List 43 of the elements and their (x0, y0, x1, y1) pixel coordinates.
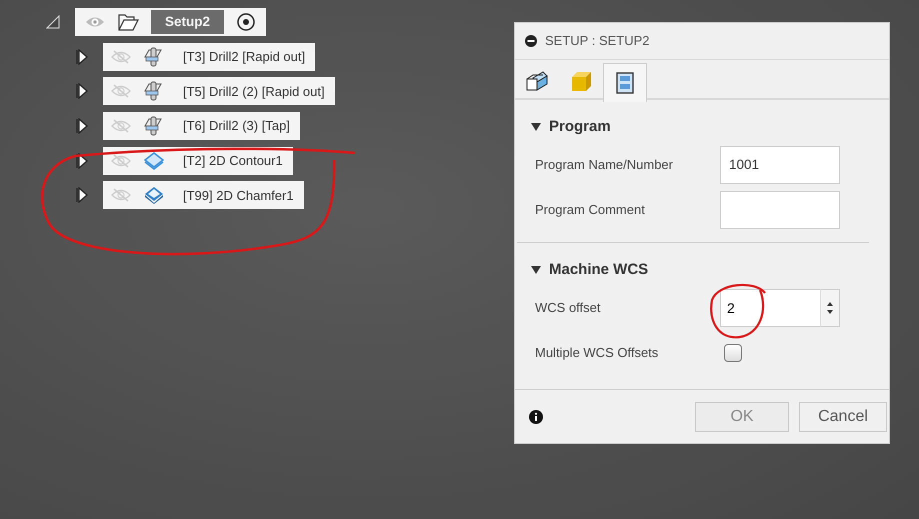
setup-label[interactable]: Setup2 (151, 10, 224, 34)
expand-icon[interactable] (76, 152, 88, 169)
number-field[interactable]: 2 (720, 288, 820, 326)
field-label: Multiple WCS Offsets (535, 344, 660, 362)
layer-icon (143, 150, 165, 171)
eye-icon[interactable] (85, 15, 105, 29)
checkbox[interactable] (724, 344, 742, 362)
operation-label: [T6] Drill2 (3) [Tap] (183, 117, 290, 136)
info-icon[interactable] (529, 410, 543, 424)
folder-icon (117, 12, 139, 32)
cancel-button[interactable]: Cancel (799, 402, 887, 432)
collapse-icon (531, 122, 541, 132)
dialog-title: SETUP : SETUP2 (545, 32, 650, 50)
operation-row[interactable]: [T6] Drill2 (3) [Tap] (103, 112, 300, 140)
operation-row[interactable]: [T5] Drill2 (2) [Rapid out] (103, 77, 335, 106)
field-label: WCS offset (535, 298, 602, 317)
input-field[interactable] (720, 190, 840, 228)
operation-label: [T5] Drill2 (2) [Rapid out] (183, 82, 325, 101)
stock-tab-icon (569, 70, 593, 94)
expand-icon[interactable] (76, 187, 88, 204)
field-label: Program Name/Number (535, 156, 674, 174)
layer-icon (143, 185, 165, 206)
operation-label: [T99] 2D Chamfer1 (183, 186, 294, 205)
section-header[interactable]: Machine WCS (531, 255, 869, 285)
target-icon[interactable] (236, 12, 256, 32)
tab[interactable] (603, 63, 647, 102)
input-field[interactable]: 1001 (720, 146, 840, 184)
spinner-arrows-icon[interactable] (826, 300, 834, 316)
operation-label: [T3] Drill2 [Rapid out] (183, 48, 306, 66)
annotation-loop (710, 284, 766, 338)
section-header[interactable]: Program (531, 112, 869, 142)
setup-tab-icon (525, 70, 549, 94)
operation-row[interactable]: [T2] 2D Contour1 (103, 146, 293, 175)
collapse-icon[interactable] (46, 15, 60, 29)
collapse-icon (531, 265, 541, 275)
expand-icon[interactable] (76, 83, 88, 100)
collapse-icon[interactable] (525, 35, 537, 47)
operation-label: [T2] 2D Contour1 (183, 152, 283, 170)
field-label: Program Comment (535, 200, 646, 219)
expand-icon[interactable] (76, 118, 88, 134)
expand-icon[interactable] (76, 48, 88, 65)
operation-row[interactable]: [T3] Drill2 [Rapid out] (103, 42, 316, 71)
operation-row[interactable]: [T99] 2D Chamfer1 (103, 181, 304, 210)
